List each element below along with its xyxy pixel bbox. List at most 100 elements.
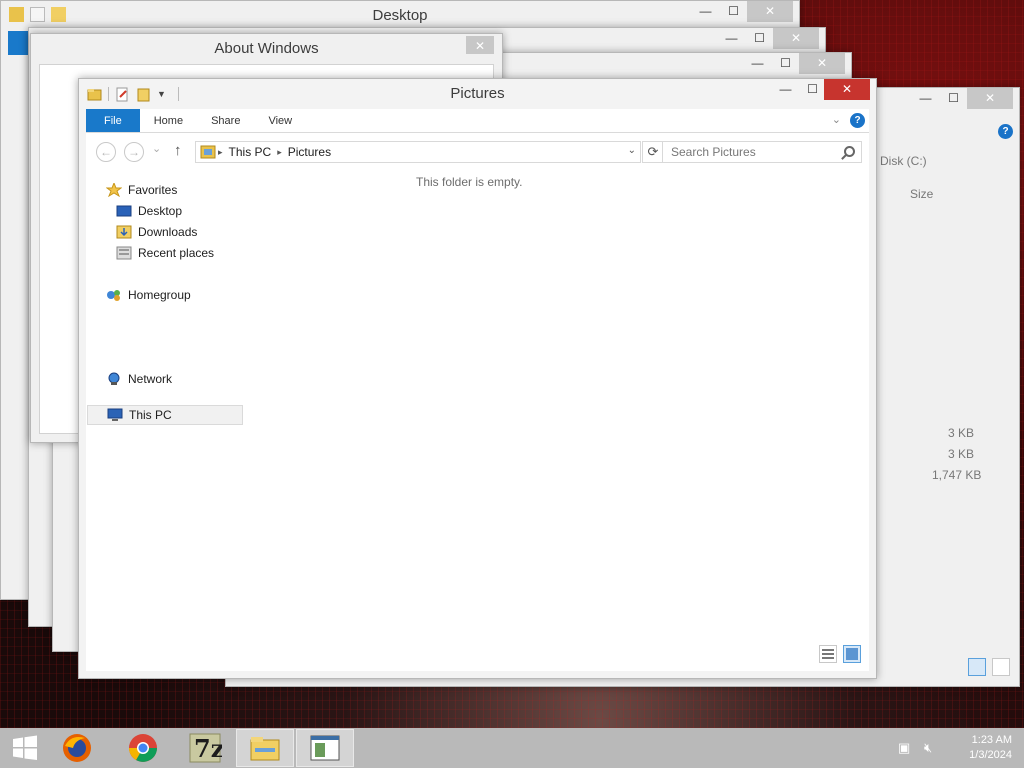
empty-folder-message: This folder is empty. bbox=[416, 175, 523, 189]
close-button[interactable]: ✕ bbox=[824, 79, 870, 100]
taskbar-chrome[interactable] bbox=[114, 729, 172, 767]
nav-homegroup-label: Homegroup bbox=[128, 288, 191, 302]
desktop-maximize-button[interactable]: ☐ bbox=[720, 1, 747, 22]
desktop-close-button[interactable]: ✕ bbox=[747, 1, 793, 22]
bg2-maximize-button[interactable]: ☐ bbox=[746, 28, 773, 49]
bg2-minimize-button[interactable]: — bbox=[718, 28, 745, 49]
chrome-icon bbox=[129, 734, 157, 762]
about-windows-title: About Windows bbox=[214, 40, 319, 57]
nav-downloads[interactable]: Downloads bbox=[116, 222, 197, 242]
bg2-close-button[interactable]: ✕ bbox=[773, 28, 819, 49]
nav-this-pc-label: This PC bbox=[129, 408, 172, 422]
content-area: Favorites Desktop Downloads Recent place… bbox=[86, 169, 869, 671]
search-icon[interactable] bbox=[844, 146, 855, 157]
back-button[interactable]: ← bbox=[96, 142, 116, 162]
file-explorer-icon bbox=[250, 737, 280, 761]
downloads-icon bbox=[116, 225, 132, 239]
breadcrumb-this-pc[interactable]: This PC bbox=[225, 145, 276, 159]
tab-share[interactable]: Share bbox=[197, 109, 254, 132]
search-input[interactable]: Search Pictures bbox=[662, 141, 862, 163]
volume-muted-icon[interactable]: 🔇︎ bbox=[924, 740, 932, 756]
address-separator[interactable]: ▸ bbox=[216, 147, 225, 158]
nav-favorites[interactable]: Favorites bbox=[105, 180, 178, 200]
navigation-pane: Favorites Desktop Downloads Recent place… bbox=[86, 169, 246, 671]
expand-ribbon-icon[interactable]: ⌄ bbox=[832, 113, 841, 126]
large-icons-view-button[interactable] bbox=[843, 645, 861, 663]
search-placeholder: Search Pictures bbox=[671, 145, 756, 159]
computer-icon bbox=[107, 408, 123, 422]
new-folder-icon bbox=[51, 7, 66, 22]
bg4-drive-label: Disk (C:) bbox=[880, 154, 927, 168]
maximize-button[interactable]: ☐ bbox=[799, 79, 826, 100]
refresh-button[interactable]: ⟳ bbox=[642, 141, 664, 163]
7zip-icon: 7z bbox=[189, 733, 222, 763]
desktop-minimize-button[interactable]: — bbox=[692, 1, 719, 22]
folder-icon bbox=[9, 7, 24, 22]
nav-network-label: Network bbox=[128, 372, 173, 386]
bg4-size-3: 1,747 KB bbox=[932, 468, 982, 482]
window-app-icon bbox=[310, 735, 340, 761]
breadcrumb-pictures[interactable]: Pictures bbox=[284, 145, 335, 159]
desktop-icon bbox=[116, 204, 132, 218]
nav-recent-places[interactable]: Recent places bbox=[116, 243, 214, 263]
network-tray-icon[interactable]: ▣ bbox=[898, 740, 910, 756]
up-button[interactable]: ↑ bbox=[174, 142, 182, 159]
nav-network[interactable]: Network bbox=[106, 369, 172, 389]
recent-places-icon bbox=[116, 246, 132, 260]
desktop-file-tab[interactable] bbox=[8, 31, 28, 55]
bg3-maximize-button[interactable]: ☐ bbox=[772, 53, 799, 74]
recent-locations-icon[interactable]: ⌄ bbox=[152, 142, 161, 155]
bg4-size-2: 3 KB bbox=[948, 447, 975, 461]
taskbar-file-explorer[interactable] bbox=[236, 729, 294, 767]
nav-this-pc[interactable]: This PC bbox=[87, 405, 243, 425]
address-bar[interactable]: ▸ This PC ▸ Pictures ⌄ bbox=[195, 141, 641, 163]
pictures-folder-icon bbox=[200, 145, 216, 159]
svg-text:7z: 7z bbox=[194, 734, 222, 763]
help-icon[interactable]: ? bbox=[850, 113, 865, 128]
address-separator[interactable]: ▸ bbox=[275, 147, 284, 158]
bg4-size-header: Size bbox=[910, 187, 934, 201]
details-view-button[interactable] bbox=[819, 645, 837, 663]
taskbar: 7z ▣ 🔇︎ 1:23 AM 1/3/2024 bbox=[0, 728, 1024, 768]
minimize-button[interactable]: — bbox=[772, 79, 799, 100]
pictures-window: ▼ Pictures — ☐ ✕ File Home Share View ⌄ … bbox=[78, 78, 877, 679]
bg4-minimize-button[interactable]: — bbox=[912, 88, 939, 109]
address-dropdown-icon[interactable]: ⌄ bbox=[628, 145, 636, 156]
taskbar-7zip[interactable]: 7z bbox=[176, 729, 234, 767]
bg4-help-icon[interactable]: ? bbox=[998, 124, 1013, 139]
taskbar-firefox[interactable] bbox=[48, 729, 106, 767]
nav-desktop[interactable]: Desktop bbox=[116, 201, 182, 221]
bg3-minimize-button[interactable]: — bbox=[744, 53, 771, 74]
star-icon bbox=[105, 181, 123, 198]
bg4-details-view-button[interactable] bbox=[968, 658, 986, 676]
nav-downloads-label: Downloads bbox=[138, 225, 198, 239]
windows-logo-icon bbox=[13, 735, 37, 760]
start-button[interactable] bbox=[0, 729, 50, 767]
nav-recent-places-label: Recent places bbox=[138, 246, 215, 260]
firefox-icon bbox=[63, 734, 91, 762]
ribbon-tabs: File Home Share View ⌄ ? bbox=[86, 109, 869, 133]
view-switcher bbox=[819, 645, 861, 663]
clock-date: 1/3/2024 bbox=[969, 749, 1012, 761]
bg4-size-1: 3 KB bbox=[948, 426, 975, 440]
tab-file[interactable]: File bbox=[86, 109, 140, 132]
about-close-button[interactable]: ✕ bbox=[466, 36, 494, 54]
forward-button[interactable]: → bbox=[124, 142, 144, 162]
nav-desktop-label: Desktop bbox=[138, 204, 183, 218]
properties-icon bbox=[30, 7, 45, 22]
nav-favorites-label: Favorites bbox=[128, 183, 178, 197]
window-title: Pictures bbox=[450, 85, 505, 102]
nav-homegroup[interactable]: Homegroup bbox=[106, 285, 191, 305]
tab-view[interactable]: View bbox=[254, 109, 306, 132]
bg4-large-icons-button[interactable] bbox=[992, 658, 1010, 676]
navigation-bar: ← → ⌄ ↑ ▸ This PC ▸ Pictures ⌄ ⟳ Search … bbox=[86, 133, 869, 169]
system-clock[interactable]: 1:23 AM 1/3/2024 bbox=[969, 733, 1012, 763]
tab-home[interactable]: Home bbox=[140, 109, 197, 132]
bg4-maximize-button[interactable]: ☐ bbox=[940, 88, 967, 109]
desktop-window-qat bbox=[9, 7, 66, 22]
homegroup-icon bbox=[106, 288, 122, 302]
clock-time: 1:23 AM bbox=[971, 734, 1012, 746]
taskbar-window-app[interactable] bbox=[296, 729, 354, 767]
bg3-close-button[interactable]: ✕ bbox=[799, 53, 845, 74]
bg4-close-button[interactable]: ✕ bbox=[967, 88, 1013, 109]
